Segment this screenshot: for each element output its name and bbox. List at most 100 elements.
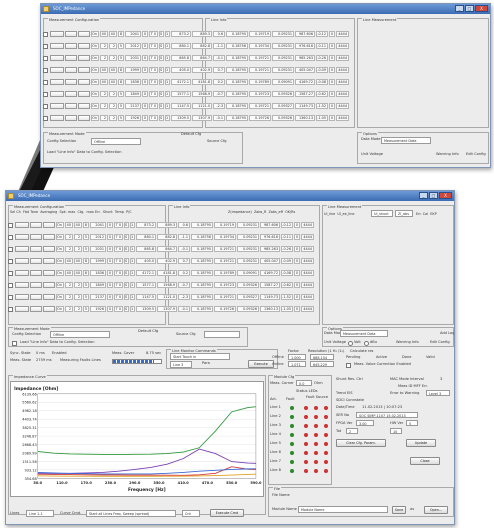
spk-dropdown[interactable] xyxy=(43,294,55,300)
back-data-mode-dropdown[interactable]: Measurement Data xyxy=(381,137,431,144)
spk-dropdown[interactable] xyxy=(43,222,55,228)
ul-shunt-dropdown[interactable]: Ul_shunt xyxy=(371,210,393,217)
back-warning-label[interactable]: Warning Info xyxy=(436,152,459,157)
row-select-checkbox[interactable] xyxy=(8,306,13,312)
spk-dropdown[interactable] xyxy=(78,91,90,97)
spk-dropdown[interactable] xyxy=(78,103,90,109)
row-select-checkbox[interactable] xyxy=(8,246,13,252)
front-close-button[interactable]: X xyxy=(439,192,452,199)
tone-dropdown[interactable] xyxy=(50,67,64,73)
meas-corner-field[interactable]: 0.0 xyxy=(296,380,312,386)
tone-dropdown[interactable] xyxy=(50,91,64,97)
spk-dropdown[interactable] xyxy=(78,115,90,121)
execute-cmd-button[interactable]: Execute Cmd xyxy=(210,509,244,517)
config-selection-dropdown[interactable]: Offline xyxy=(50,331,110,338)
row-select-checkbox[interactable] xyxy=(43,79,48,85)
row-select-checkbox[interactable] xyxy=(43,55,48,61)
spk-dropdown[interactable] xyxy=(43,306,55,312)
spk-dropdown[interactable] xyxy=(43,258,55,264)
tone-dropdown[interactable] xyxy=(15,270,29,276)
level-dropdown[interactable]: Level 3 xyxy=(426,390,450,396)
averaging-dropdown[interactable] xyxy=(30,234,42,240)
spk-dropdown[interactable] xyxy=(78,43,90,49)
spk-dropdown[interactable] xyxy=(43,234,55,240)
open-button[interactable]: Open... xyxy=(424,506,448,514)
tone-dropdown[interactable] xyxy=(50,55,64,61)
add-log-label[interactable]: Add Log xyxy=(440,331,454,336)
row-select-checkbox[interactable] xyxy=(8,282,13,288)
row-select-checkbox[interactable] xyxy=(8,294,13,300)
online-factor-field[interactable]: 1.071 xyxy=(288,361,306,367)
data-mode-dropdown[interactable]: Measurement Data xyxy=(340,330,388,337)
spk-dropdown[interactable] xyxy=(78,79,90,85)
spk-dropdown[interactable] xyxy=(78,55,90,61)
line-execute-button[interactable]: Execute xyxy=(248,360,274,368)
averaging-dropdown[interactable] xyxy=(65,91,77,97)
update-button[interactable]: Update xyxy=(406,439,436,447)
front-maximize-button[interactable]: □ xyxy=(429,192,438,199)
averaging-dropdown[interactable] xyxy=(65,79,77,85)
tone-dropdown[interactable] xyxy=(15,306,29,312)
back-config-selection-dropdown[interactable]: Offline xyxy=(91,138,141,145)
unit-dbu-radio[interactable] xyxy=(364,341,369,346)
close-panel-button[interactable]: Close xyxy=(410,457,440,465)
averaging-dropdown[interactable] xyxy=(65,31,77,37)
averaging-dropdown[interactable] xyxy=(30,294,42,300)
row-select-checkbox[interactable] xyxy=(43,67,48,73)
tone-dropdown[interactable] xyxy=(50,103,64,109)
curve-cmd-dropdown[interactable]: Start all Lines Freq. Sweep (spread) xyxy=(86,510,176,517)
tone-dropdown[interactable] xyxy=(15,222,29,228)
minimize-button[interactable]: _ xyxy=(455,5,464,12)
tone-dropdown[interactable] xyxy=(50,31,64,37)
spk-dropdown[interactable] xyxy=(43,246,55,252)
line-cmd-dropdown[interactable]: Start Touch in xyxy=(170,353,230,360)
averaging-dropdown[interactable] xyxy=(65,43,77,49)
zl-abs-dropdown[interactable]: Zl_abs xyxy=(395,210,413,217)
warning-info-label[interactable]: Warning Info xyxy=(396,340,419,345)
tone-dropdown[interactable] xyxy=(15,234,29,240)
tone-dropdown[interactable] xyxy=(15,294,29,300)
source-cfg-dropdown[interactable] xyxy=(204,331,240,338)
row-select-checkbox[interactable] xyxy=(43,115,48,121)
averaging-dropdown[interactable] xyxy=(30,306,42,312)
averaging-dropdown[interactable] xyxy=(30,258,42,264)
meas-correction-checkbox[interactable] xyxy=(346,363,351,368)
tone-dropdown[interactable] xyxy=(15,282,29,288)
close-button[interactable]: X xyxy=(475,5,488,12)
module-name-field[interactable]: Module Name xyxy=(298,506,388,513)
spk-dropdown[interactable] xyxy=(78,31,90,37)
averaging-dropdown[interactable] xyxy=(65,115,77,121)
online-resolution-field[interactable]: 645.229 xyxy=(310,361,334,367)
line-select-dropdown[interactable]: Line 3 xyxy=(170,361,192,368)
clear-cfg-button[interactable]: Clear Cfg. Param. xyxy=(336,439,386,447)
back-edit-config-label[interactable]: Edit Config xyxy=(466,152,486,157)
row-select-checkbox[interactable] xyxy=(8,270,13,276)
averaging-dropdown[interactable] xyxy=(30,246,42,252)
back-load-checkbox-label[interactable]: Load "Line Info" Data to Config. Selecti… xyxy=(47,150,122,155)
averaging-dropdown[interactable] xyxy=(30,282,42,288)
row-select-checkbox[interactable] xyxy=(43,103,48,109)
tone-dropdown[interactable] xyxy=(50,79,64,85)
spk-dropdown[interactable] xyxy=(43,282,55,288)
cnt-dropdown[interactable]: Cnt xyxy=(182,510,200,517)
offline-resolution-field[interactable]: 688.154 xyxy=(310,354,334,360)
row-select-checkbox[interactable] xyxy=(43,43,48,49)
front-minimize-button[interactable]: _ xyxy=(419,192,428,199)
offline-factor-field[interactable]: 1.000 xyxy=(288,354,306,360)
spk-dropdown[interactable] xyxy=(43,270,55,276)
averaging-dropdown[interactable] xyxy=(65,103,77,109)
edit-config-label[interactable]: Edit Config xyxy=(430,340,450,345)
averaging-dropdown[interactable] xyxy=(30,222,42,228)
unit-volt-radio[interactable] xyxy=(348,341,353,346)
tone-dropdown[interactable] xyxy=(15,246,29,252)
row-select-checkbox[interactable] xyxy=(8,222,13,228)
row-select-checkbox[interactable] xyxy=(43,91,48,97)
averaging-dropdown[interactable] xyxy=(65,67,77,73)
load-line-info-checkbox[interactable] xyxy=(12,341,17,346)
row-select-checkbox[interactable] xyxy=(8,258,13,264)
tone-dropdown[interactable] xyxy=(15,258,29,264)
averaging-dropdown[interactable] xyxy=(30,270,42,276)
averaging-dropdown[interactable] xyxy=(65,55,77,61)
save-button[interactable]: Save xyxy=(392,506,406,514)
tone-dropdown[interactable] xyxy=(50,43,64,49)
